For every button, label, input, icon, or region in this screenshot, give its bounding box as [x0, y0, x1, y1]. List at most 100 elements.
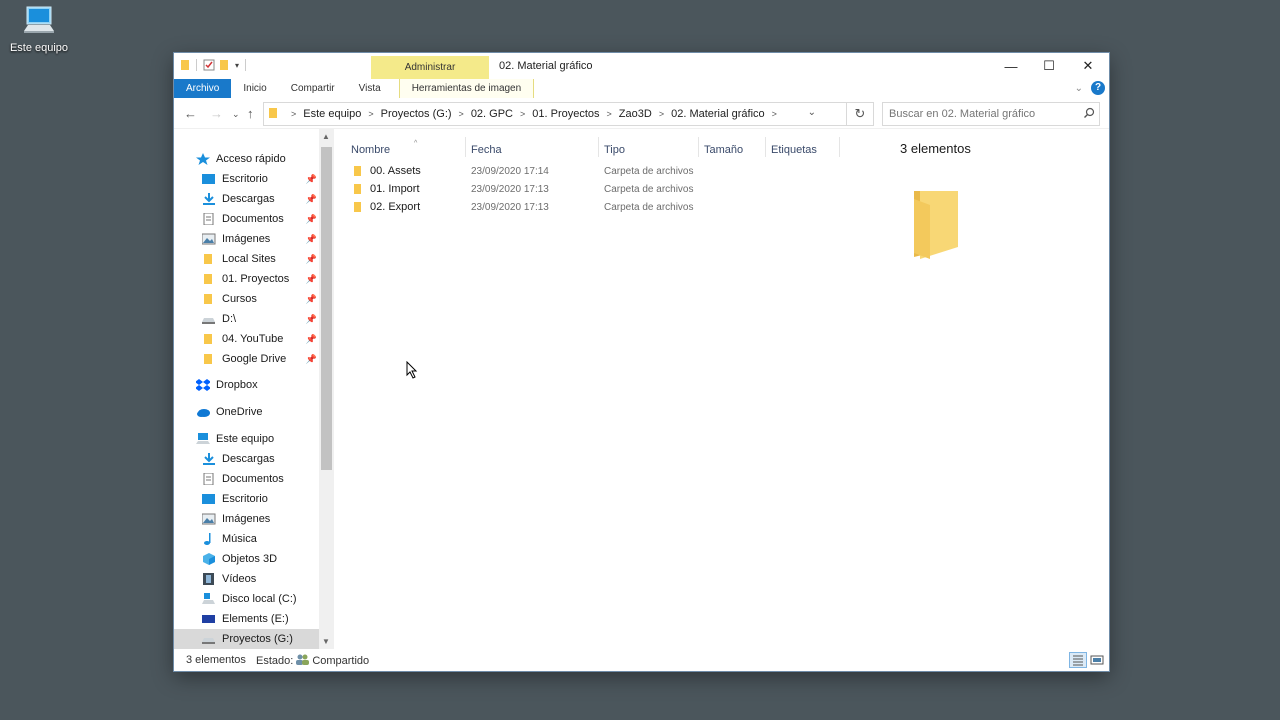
- nav-quick-d-drive[interactable]: D:\ 📌: [202, 309, 319, 329]
- nav-dropbox[interactable]: Dropbox: [195, 375, 334, 395]
- nav-pc-objetos-3d[interactable]: Objetos 3D: [202, 549, 319, 569]
- scroll-down-icon[interactable]: ▼: [322, 637, 330, 646]
- chevron-right-icon[interactable]: >: [772, 109, 777, 119]
- pin-icon[interactable]: 📌: [306, 314, 317, 325]
- folder-icon: [352, 202, 364, 212]
- table-row[interactable]: 02. Export 23/09/2020 17:13 Carpeta de a…: [352, 199, 772, 217]
- nav-pc-imagenes[interactable]: Imágenes: [201, 509, 319, 529]
- nav-este-equipo[interactable]: Este equipo: [196, 429, 334, 449]
- customize-toolbar-icon[interactable]: ▾: [235, 61, 239, 70]
- pin-icon[interactable]: 📌: [306, 354, 317, 365]
- preview-pane: 3 elementos: [874, 129, 1109, 649]
- folder-icon: [202, 253, 216, 265]
- nav-pc-musica[interactable]: Música: [202, 529, 319, 549]
- nav-quick-documentos[interactable]: Documentos 📌: [202, 209, 319, 229]
- chevron-right-icon[interactable]: >: [659, 109, 664, 119]
- pin-icon[interactable]: 📌: [306, 194, 317, 205]
- desktop-icon-este-equipo[interactable]: Este equipo: [8, 4, 70, 54]
- file-list: ^ Nombre Fecha Tipo Tamaño Etiquetas 00.…: [334, 129, 874, 649]
- nav-pc-documentos[interactable]: Documentos: [202, 469, 319, 489]
- column-header-tamano[interactable]: Tamaño: [699, 137, 766, 157]
- back-arrow-icon[interactable]: ←: [184, 106, 197, 121]
- nav-quick-04-youtube[interactable]: 04. YouTube 📌: [202, 329, 319, 349]
- nav-quick-01-proyectos[interactable]: 01. Proyectos 📌: [202, 269, 319, 289]
- status-sharing: Estado: Compartido: [256, 654, 370, 668]
- pin-icon[interactable]: 📌: [306, 174, 317, 185]
- recent-locations-chevron-icon[interactable]: ⌄: [232, 109, 240, 120]
- column-header-tipo[interactable]: Tipo: [599, 137, 699, 157]
- breadcrumb-este-equipo[interactable]: Este equipo >: [303, 108, 380, 120]
- nav-pc-escritorio[interactable]: Escritorio: [202, 489, 319, 509]
- breadcrumb-01-proyectos[interactable]: 01. Proyectos >: [532, 108, 619, 120]
- table-row[interactable]: 01. Import 23/09/2020 17:13 Carpeta de a…: [352, 181, 772, 199]
- folder-icon: [202, 293, 216, 305]
- tab-compartir[interactable]: Compartir: [279, 79, 347, 98]
- column-header-etiquetas[interactable]: Etiquetas: [766, 137, 840, 157]
- maximize-button[interactable]: ☐: [1029, 53, 1069, 79]
- search-input[interactable]: [882, 102, 1100, 126]
- minimize-button[interactable]: —: [991, 53, 1031, 79]
- nav-onedrive[interactable]: OneDrive: [196, 402, 334, 422]
- nav-quick-local-sites[interactable]: Local Sites 📌: [202, 249, 319, 269]
- pin-icon[interactable]: 📌: [306, 274, 317, 285]
- navigation-scrollbar[interactable]: ▲ ▼: [319, 129, 334, 649]
- properties-icon[interactable]: [203, 59, 215, 71]
- folder-icon: [202, 333, 216, 345]
- drive-icon: [202, 633, 216, 645]
- refresh-button[interactable]: ↻: [847, 102, 874, 126]
- folder-icon: [180, 59, 190, 71]
- address-bar[interactable]: > Este equipo > Proyectos (G:) > 02. GPC > …: [263, 102, 847, 126]
- column-header-nombre[interactable]: ^ Nombre: [346, 137, 466, 157]
- nav-pc-disco-local-c[interactable]: Disco local (C:): [202, 589, 319, 609]
- context-tab-group: Administrar: [371, 56, 489, 79]
- nav-pc-elements-e[interactable]: Elements (E:): [202, 609, 319, 629]
- breadcrumb-proyectos-g[interactable]: Proyectos (G:) >: [381, 108, 471, 120]
- up-arrow-icon[interactable]: ↑: [247, 106, 254, 121]
- chevron-right-icon[interactable]: >: [368, 109, 373, 119]
- file-explorer-window: ▾ Administrar 02. Material gráfico — ☐ ✕…: [174, 53, 1109, 671]
- breadcrumb-02-material-grafico[interactable]: 02. Material gráfico >: [671, 108, 784, 120]
- chevron-right-icon[interactable]: >: [607, 109, 612, 119]
- tab-vista[interactable]: Vista: [347, 79, 393, 98]
- chevron-right-icon[interactable]: >: [459, 109, 464, 119]
- nav-pc-videos[interactable]: Vídeos: [202, 569, 319, 589]
- column-header-fecha[interactable]: Fecha: [466, 137, 599, 157]
- breadcrumb-02-gpc[interactable]: 02. GPC >: [471, 108, 532, 120]
- address-dropdown-icon[interactable]: ⌄: [808, 107, 816, 118]
- details-view-button[interactable]: [1069, 652, 1087, 668]
- pin-icon[interactable]: 📌: [306, 234, 317, 245]
- chevron-right-icon[interactable]: >: [520, 109, 525, 119]
- nav-quick-cursos[interactable]: Cursos 📌: [202, 289, 319, 309]
- nav-quick-descargas[interactable]: Descargas 📌: [202, 189, 319, 209]
- nav-pc-descargas[interactable]: Descargas: [202, 449, 319, 469]
- tab-inicio[interactable]: Inicio: [231, 79, 278, 98]
- nav-quick-escritorio[interactable]: Escritorio 📌: [202, 169, 319, 189]
- downloads-icon: [202, 453, 216, 465]
- navigation-pane: Acceso rápido Escritorio 📌 Descargas 📌 Doc…: [174, 129, 334, 649]
- new-folder-icon[interactable]: [219, 59, 229, 71]
- tab-herramientas-de-imagen[interactable]: Herramientas de imagen: [398, 79, 535, 98]
- forward-arrow-icon[interactable]: →: [210, 106, 223, 121]
- nav-quick-imagenes[interactable]: Imágenes 📌: [201, 229, 319, 249]
- expand-ribbon-icon[interactable]: ⌄: [1075, 83, 1083, 94]
- nav-quick-google-drive[interactable]: Google Drive 📌: [202, 349, 319, 369]
- scroll-up-icon[interactable]: ▲: [322, 132, 330, 141]
- folder-icon: [202, 353, 216, 365]
- folder-icon: [202, 273, 216, 285]
- pin-icon[interactable]: 📌: [306, 294, 317, 305]
- nav-pc-proyectos-g[interactable]: Proyectos (G:): [174, 629, 319, 649]
- search-icon[interactable]: [1083, 107, 1095, 119]
- scrollbar-thumb[interactable]: [321, 147, 332, 470]
- nav-acceso-rapido[interactable]: Acceso rápido: [196, 149, 334, 169]
- help-icon[interactable]: ?: [1091, 81, 1105, 95]
- pin-icon[interactable]: 📌: [306, 254, 317, 265]
- large-icons-view-button[interactable]: [1088, 652, 1106, 668]
- table-row[interactable]: 00. Assets 23/09/2020 17:14 Carpeta de a…: [352, 163, 772, 181]
- breadcrumb-zao3d[interactable]: Zao3D >: [619, 108, 671, 120]
- pin-icon[interactable]: 📌: [306, 214, 317, 225]
- shared-users-icon: [296, 654, 310, 668]
- tab-archivo[interactable]: Archivo: [174, 79, 232, 98]
- close-button[interactable]: ✕: [1068, 53, 1108, 79]
- pin-icon[interactable]: 📌: [306, 334, 317, 345]
- chevron-right-icon[interactable]: >: [291, 109, 296, 119]
